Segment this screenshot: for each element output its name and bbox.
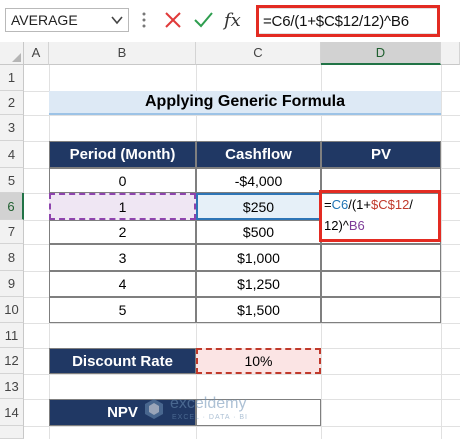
chevron-down-icon[interactable] <box>109 11 125 29</box>
cashflow-cell-referenced[interactable]: $250 <box>196 193 321 220</box>
more-options-icon[interactable] <box>141 10 147 30</box>
cashflow-cell[interactable]: $500 <box>196 220 321 244</box>
header-pv[interactable]: PV <box>321 141 441 168</box>
cashflow-cell[interactable]: $1,250 <box>196 271 321 297</box>
row-header-14[interactable]: 14 <box>0 399 24 426</box>
close-icon[interactable] <box>161 8 185 32</box>
header-cashflow[interactable]: Cashflow <box>196 141 321 168</box>
watermark-tagline: EXCEL · DATA · BI <box>172 414 248 421</box>
discount-rate-value[interactable]: 10% <box>196 348 321 374</box>
select-all-corner[interactable] <box>0 42 24 65</box>
column-header-e[interactable] <box>441 42 460 65</box>
row-header-7[interactable]: 7 <box>0 220 24 244</box>
exceldemy-watermark: exceldemy EXCEL · DATA · BI <box>142 395 312 425</box>
period-cell[interactable]: 5 <box>49 297 196 323</box>
row-header-13[interactable]: 13 <box>0 374 24 399</box>
pv-formula-highlight-box <box>319 190 441 242</box>
row-header-2[interactable]: 2 <box>0 91 24 115</box>
pv-cell[interactable] <box>321 244 441 271</box>
column-header-d[interactable]: D <box>321 42 441 65</box>
column-header-a[interactable]: A <box>24 42 49 65</box>
name-box[interactable]: AVERAGE <box>5 8 129 32</box>
pv-cell[interactable] <box>321 297 441 323</box>
column-header-b[interactable]: B <box>49 42 196 65</box>
discount-rate-label[interactable]: Discount Rate <box>49 348 196 374</box>
row-header-10[interactable]: 10 <box>0 297 24 323</box>
row-header-5[interactable]: 5 <box>0 168 24 193</box>
cashflow-cell[interactable]: $1,500 <box>196 297 321 323</box>
watermark-brand: exceldemy <box>170 395 247 412</box>
row-header-4[interactable]: 4 <box>0 141 24 168</box>
name-box-value: AVERAGE <box>11 12 78 28</box>
row-header-12[interactable]: 12 <box>0 348 24 374</box>
row-header-6[interactable]: 6 <box>0 193 24 220</box>
sheet-title[interactable]: Applying Generic Formula <box>49 91 441 115</box>
row-header-15[interactable] <box>0 426 24 439</box>
period-cell[interactable]: 4 <box>49 271 196 297</box>
row-header-9[interactable]: 9 <box>0 271 24 297</box>
row-header-1[interactable]: 1 <box>0 65 24 91</box>
row-header-11[interactable]: 11 <box>0 323 24 348</box>
column-header-c[interactable]: C <box>196 42 321 65</box>
function-icon[interactable]: fx <box>222 8 246 32</box>
header-period[interactable]: Period (Month) <box>49 141 196 168</box>
row-header-3[interactable]: 3 <box>0 115 24 141</box>
pv-cell[interactable] <box>321 271 441 297</box>
check-icon[interactable] <box>191 8 215 32</box>
cashflow-cell[interactable]: -$4,000 <box>196 168 321 193</box>
period-cell-referenced[interactable]: 1 <box>49 193 196 220</box>
period-cell[interactable]: 0 <box>49 168 196 193</box>
row-header-8[interactable]: 8 <box>0 244 24 271</box>
formula-highlight-box <box>256 5 440 37</box>
svg-text:fx: fx <box>222 10 241 31</box>
cashflow-cell[interactable]: $1,000 <box>196 244 321 271</box>
period-cell[interactable]: 3 <box>49 244 196 271</box>
exceldemy-logo-icon <box>145 399 163 419</box>
period-cell[interactable]: 2 <box>49 220 196 244</box>
